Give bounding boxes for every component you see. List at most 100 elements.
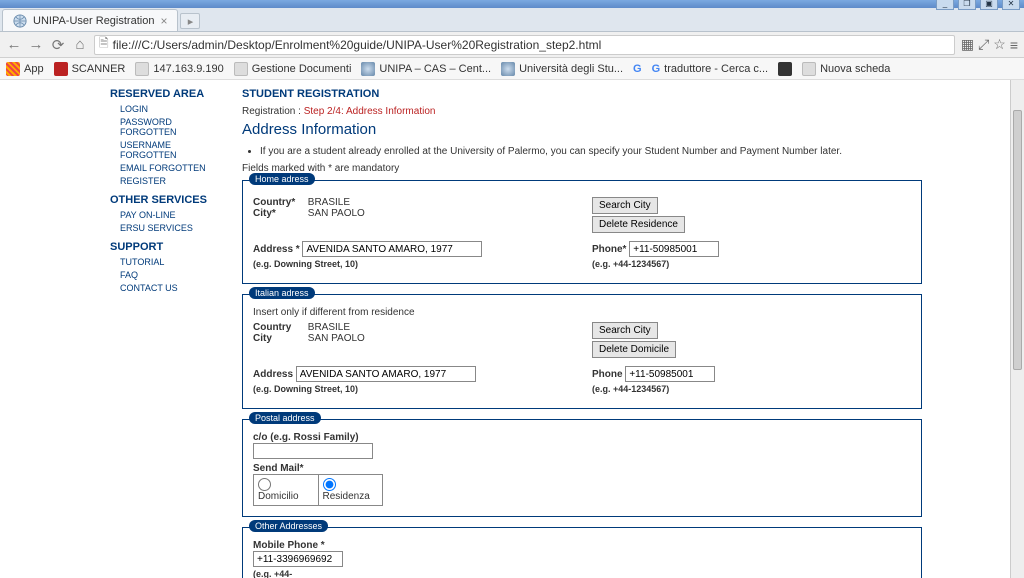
phone-input[interactable]	[629, 241, 719, 257]
delete-residence-button[interactable]: Delete Residence	[592, 216, 685, 233]
sidebar-link[interactable]: FAQ	[110, 270, 226, 280]
back-button[interactable]: ←	[6, 37, 22, 53]
phone-input[interactable]	[625, 366, 715, 382]
panel-legend: Italian adress	[249, 287, 315, 299]
italian-address-panel: Italian adress Insert only if different …	[242, 294, 922, 409]
scrollbar-thumb[interactable]	[1013, 110, 1022, 370]
apps-button[interactable]: App	[6, 62, 44, 76]
window-minimize-button[interactable]: _	[936, 0, 954, 10]
sidebar-link[interactable]: REGISTER	[110, 176, 226, 186]
delete-domicile-button[interactable]: Delete Domicile	[592, 341, 676, 358]
main-content: STUDENT REGISTRATION Registration : Step…	[232, 80, 922, 578]
zoom-icon[interactable]: ⤢	[978, 36, 989, 53]
apps-label: App	[24, 63, 44, 75]
city-label: City*	[253, 208, 305, 219]
window-close-button[interactable]: ✕	[1002, 0, 1020, 10]
phone-hint: (e.g. +44-1234567)	[592, 384, 911, 394]
home-address-panel: Home adress Country* BRASILE City* SAN P…	[242, 180, 922, 284]
menu-icon[interactable]: ≡	[1010, 37, 1018, 53]
bookmark-label: 147.163.9.190	[153, 63, 223, 75]
bookmark-item[interactable]: 147.163.9.190	[135, 62, 223, 76]
page-title: Address Information	[242, 121, 922, 138]
bookmark-icon	[54, 62, 68, 76]
radio-domicilio[interactable]	[258, 478, 271, 491]
city-label: City	[253, 333, 305, 344]
bookmark-label: Nuova scheda	[820, 63, 890, 75]
bookmark-item[interactable]: Gestione Documenti	[234, 62, 352, 76]
tab-strip: UNIPA-User Registration × ▸	[0, 8, 1024, 32]
mandatory-note: Fields marked with * are mandatory	[242, 163, 922, 174]
sidebar-link[interactable]: USERNAME FORGOTTEN	[110, 140, 226, 160]
google-icon: G	[652, 63, 661, 75]
apps-icon	[6, 62, 20, 76]
breadcrumb-active: Step 2/4: Address Information	[304, 106, 436, 117]
bookmark-item[interactable]: Gtraduttore - Cerca c...	[652, 63, 769, 75]
file-icon: 🗎	[99, 34, 109, 55]
address-input[interactable]	[302, 241, 482, 257]
search-city-button[interactable]: Search City	[592, 197, 658, 214]
bookmark-label: UNIPA – CAS – Cent...	[379, 63, 491, 75]
mobile-input[interactable]	[253, 551, 343, 567]
bookmark-icon	[802, 62, 816, 76]
address-label: Address	[253, 369, 293, 380]
qr-icon[interactable]: ▦	[961, 36, 974, 53]
sidebar-link[interactable]: EMAIL FORGOTTEN	[110, 163, 226, 173]
new-tab-button[interactable]: ▸	[180, 13, 200, 29]
mobile-label: Mobile Phone *	[253, 540, 911, 551]
page-viewport: RESERVED AREA LOGIN PASSWORD FORGOTTEN U…	[0, 80, 1024, 578]
bookmark-item[interactable]	[778, 62, 792, 76]
reload-button[interactable]: ⟳	[50, 37, 66, 53]
tab-close-icon[interactable]: ×	[160, 14, 167, 28]
bookmark-item[interactable]: SCANNER	[54, 62, 126, 76]
sidebar-heading-reserved: RESERVED AREA	[110, 88, 226, 100]
bookmark-label: Gestione Documenti	[252, 63, 352, 75]
window-titlebar: _ ❐ ▣ ✕	[0, 0, 1024, 8]
breadcrumb: Registration : Step 2/4: Address Informa…	[242, 106, 922, 117]
bookmark-icon	[135, 62, 149, 76]
country-value: BRASILE	[308, 197, 350, 208]
bookmark-item[interactable]: Nuova scheda	[802, 62, 890, 76]
sidebar-link[interactable]: TUTORIAL	[110, 257, 226, 267]
bookmark-label: SCANNER	[72, 63, 126, 75]
bookmark-item[interactable]: Università degli Stu...	[501, 62, 623, 76]
panel-legend: Postal address	[249, 412, 321, 424]
sendmail-label: Send Mail*	[253, 463, 911, 474]
sidebar-link[interactable]: PAY ON-LINE	[110, 210, 226, 220]
globe-icon	[13, 14, 27, 28]
tab-title: UNIPA-User Registration	[33, 15, 154, 27]
window-restore-button[interactable]: ▣	[980, 0, 998, 10]
co-input[interactable]	[253, 443, 373, 459]
forward-button[interactable]: →	[28, 37, 44, 53]
panel-legend: Other Addresses	[249, 520, 328, 532]
italian-note: Insert only if different from residence	[253, 307, 911, 318]
vertical-scrollbar[interactable]	[1010, 80, 1024, 578]
city-value: SAN PAOLO	[308, 208, 365, 219]
sidebar-heading-other: OTHER SERVICES	[110, 194, 226, 206]
sidebar-link[interactable]: CONTACT US	[110, 283, 226, 293]
sidebar-link[interactable]: PASSWORD FORGOTTEN	[110, 117, 226, 137]
browser-tab[interactable]: UNIPA-User Registration ×	[2, 9, 178, 31]
google-icon: G	[633, 63, 642, 75]
breadcrumb-prefix: Registration :	[242, 106, 304, 117]
sidebar-heading-support: SUPPORT	[110, 241, 226, 253]
bookmark-star-icon[interactable]: ☆	[993, 36, 1006, 53]
radio-domicilio-label: Domicilio	[258, 491, 299, 502]
address-input[interactable]	[296, 366, 476, 382]
panel-legend: Home adress	[249, 173, 315, 185]
bookmark-icon	[778, 62, 792, 76]
radio-residenza[interactable]	[323, 478, 336, 491]
sidebar-link[interactable]: ERSU SERVICES	[110, 223, 226, 233]
home-button[interactable]: ⌂	[72, 37, 88, 53]
country-value: BRASILE	[308, 322, 350, 333]
bookmark-item[interactable]: G	[633, 63, 642, 75]
address-hint: (e.g. Downing Street, 10)	[253, 259, 572, 269]
search-city-button[interactable]: Search City	[592, 322, 658, 339]
address-hint: (e.g. Downing Street, 10)	[253, 384, 572, 394]
url-text: file:///C:/Users/admin/Desktop/Enrolment…	[113, 38, 602, 52]
address-label: Address *	[253, 244, 300, 255]
bookmark-item[interactable]: UNIPA – CAS – Cent...	[361, 62, 491, 76]
bookmarks-bar: App SCANNER 147.163.9.190 Gestione Docum…	[0, 58, 1024, 80]
sidebar-link[interactable]: LOGIN	[110, 104, 226, 114]
url-input[interactable]: 🗎 file:///C:/Users/admin/Desktop/Enrolme…	[94, 35, 955, 55]
window-maximize-button[interactable]: ❐	[958, 0, 976, 10]
